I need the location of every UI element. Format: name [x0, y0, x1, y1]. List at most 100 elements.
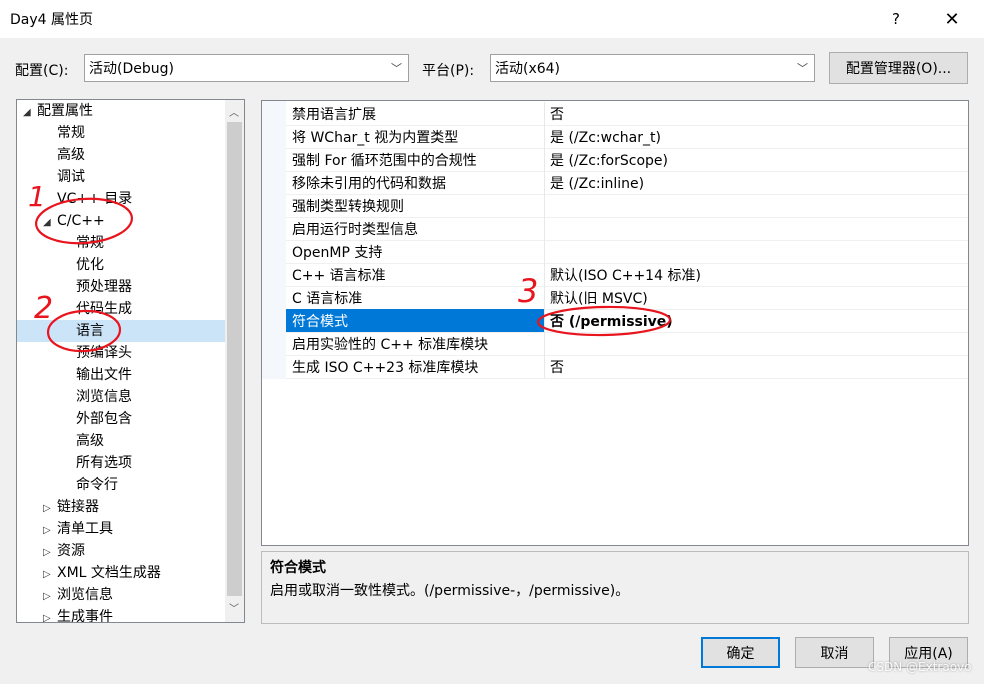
property-name: 禁用语言扩展 [292, 107, 376, 123]
column-divider [544, 240, 545, 263]
tree-item[interactable]: 浏览信息 [17, 386, 225, 408]
tree-item[interactable]: ◢ 配置属性 [17, 100, 225, 122]
title-bar: Day4 属性页 ? ✕ [0, 0, 984, 38]
property-value[interactable]: 否 [550, 104, 564, 124]
platform-select-value: 活动(x64) [495, 61, 561, 77]
column-divider [544, 148, 545, 171]
scroll-down-icon[interactable]: ﹀ [229, 600, 239, 615]
close-icon: ✕ [944, 8, 960, 30]
property-name: 强制类型转换规则 [292, 199, 404, 215]
column-divider [544, 217, 545, 240]
tree-item[interactable]: 高级 [17, 430, 225, 452]
config-manager-button[interactable]: 配置管理器(O)... [829, 52, 968, 84]
property-value[interactable]: 是 (/Zc:inline) [550, 173, 644, 193]
property-value[interactable]: 默认(ISO C++14 标准) [550, 265, 701, 285]
property-row[interactable]: 强制类型转换规则 [286, 194, 968, 218]
tree-item-label: 语言 [76, 323, 104, 339]
expanded-arrow-icon[interactable]: ◢ [43, 212, 57, 234]
chevron-down-icon: ﹀ [391, 62, 402, 75]
tree-item-label: 浏览信息 [57, 587, 113, 603]
property-grid[interactable]: 禁用语言扩展否将 WChar_t 视为内置类型是 (/Zc:wchar_t) 强制… [261, 100, 969, 546]
tree-item[interactable]: ▷ 清单工具 [17, 518, 225, 540]
tree-item-label: 常规 [57, 125, 85, 141]
tree-item-label: 高级 [57, 147, 85, 163]
tree-item[interactable]: VC++ 目录 [17, 188, 225, 210]
property-value[interactable]: 否 [550, 357, 564, 377]
tree-item-label: 所有选项 [76, 455, 132, 471]
column-divider [544, 194, 545, 217]
chevron-down-icon: ﹀ [797, 62, 808, 75]
tree-item[interactable]: ▷ 生成事件 [17, 606, 225, 623]
tree-item-label: 命令行 [76, 477, 118, 493]
property-row[interactable]: 禁用语言扩展 否 [286, 102, 968, 126]
watermark: CSDN @Extraovo [868, 660, 972, 674]
tree-item[interactable]: ▷ 浏览信息 [17, 584, 225, 606]
property-value[interactable]: 是 (/Zc:wchar_t) [550, 127, 661, 147]
property-value[interactable]: 是 (/Zc:forScope) [550, 150, 668, 170]
property-row[interactable]: 启用运行时类型信息 [286, 217, 968, 241]
tree-item-label: 调试 [57, 169, 85, 185]
collapsed-arrow-icon[interactable]: ▷ [43, 542, 57, 564]
tree-item-label: C/C++ [57, 213, 105, 229]
property-row[interactable]: C++ 语言标准 默认(ISO C++14 标准) [286, 263, 968, 287]
property-row[interactable]: 生成 ISO C++23 标准库模块 否 [286, 355, 968, 379]
tree-scroll-thumb[interactable] [227, 122, 242, 596]
tree-item-label: 外部包含 [76, 411, 132, 427]
tree-item[interactable]: 外部包含 [17, 408, 225, 430]
tree-item-label: 预处理器 [76, 279, 132, 295]
tree-item[interactable]: 预处理器 [17, 276, 225, 298]
help-button[interactable]: ? [870, 2, 922, 36]
platform-select[interactable]: 活动(x64) ﹀ [490, 54, 815, 82]
tree-item[interactable]: 优化 [17, 254, 225, 276]
tree-item[interactable]: 所有选项 [17, 452, 225, 474]
collapsed-arrow-icon[interactable]: ▷ [43, 498, 57, 520]
tree-scrollbar[interactable]: ︿ ﹀ [225, 100, 244, 622]
tree-item-label: 代码生成 [76, 301, 132, 317]
window-title: Day4 属性页 [10, 12, 94, 28]
collapsed-arrow-icon[interactable]: ▷ [43, 586, 57, 608]
property-value[interactable]: 默认(旧 MSVC) [550, 288, 648, 308]
tree-item[interactable]: 高级 [17, 144, 225, 166]
tree-item-label: 优化 [76, 257, 104, 273]
expanded-arrow-icon[interactable]: ◢ [23, 102, 37, 124]
collapsed-arrow-icon[interactable]: ▷ [43, 564, 57, 586]
property-tree[interactable]: ◢ 配置属性 常规 高级 调试 VC++ 目录 ◢ C/C++ 常规 优化 预处理器 代码生成 语言 预编… [16, 99, 245, 623]
cancel-button[interactable]: 取消 [795, 637, 874, 668]
property-value[interactable]: 否 (/permissive) [550, 311, 673, 331]
tree-item[interactable]: 语言 [17, 320, 225, 342]
tree-item[interactable]: ▷ 资源 [17, 540, 225, 562]
tree-item-label: XML 文档生成器 [57, 565, 161, 581]
property-name: 移除未引用的代码和数据 [292, 176, 446, 192]
collapsed-arrow-icon[interactable]: ▷ [43, 608, 57, 622]
property-row[interactable]: OpenMP 支持 [286, 240, 968, 264]
tree-item[interactable]: 预编译头 [17, 342, 225, 364]
platform-label: 平台(P): [422, 63, 475, 79]
property-row[interactable]: C 语言标准 默认(旧 MSVC) [286, 286, 968, 310]
tree-item[interactable]: 常规 [17, 232, 225, 254]
property-row[interactable]: 强制 For 循环范围中的合规性 是 (/Zc:forScope) [286, 148, 968, 172]
config-label: 配置(C): [15, 63, 69, 79]
tree-item[interactable]: ▷ XML 文档生成器 [17, 562, 225, 584]
property-row[interactable]: 符合模式否 (/permissive)﹀ [286, 309, 968, 333]
scroll-up-icon[interactable]: ︿ [229, 104, 239, 119]
column-divider [544, 125, 545, 148]
tree-item-label: 生成事件 [57, 609, 113, 623]
ok-button[interactable]: 确定 [701, 637, 780, 668]
tree-item[interactable]: 命令行 [17, 474, 225, 496]
config-select[interactable]: 活动(Debug) ﹀ [84, 54, 409, 82]
property-row[interactable]: 将 WChar_t 视为内置类型 是 (/Zc:wchar_t) [286, 125, 968, 149]
config-select-value: 活动(Debug) [89, 61, 174, 77]
tree-item[interactable]: 常规 [17, 122, 225, 144]
collapsed-arrow-icon[interactable]: ▷ [43, 520, 57, 542]
tree-item[interactable]: ◢ C/C++ [17, 210, 225, 232]
tree-item[interactable]: ▷ 链接器 [17, 496, 225, 518]
tree-item[interactable]: 调试 [17, 166, 225, 188]
tree-item-label: 高级 [76, 433, 104, 449]
property-row[interactable]: 启用实验性的 C++ 标准库模块 [286, 332, 968, 356]
property-row[interactable]: 移除未引用的代码和数据 是 (/Zc:inline) [286, 171, 968, 195]
close-button[interactable]: ✕ [926, 2, 978, 36]
tree-item[interactable]: 代码生成 [17, 298, 225, 320]
tree-item-label: VC++ 目录 [57, 191, 133, 207]
column-divider [544, 102, 545, 125]
tree-item[interactable]: 输出文件 [17, 364, 225, 386]
